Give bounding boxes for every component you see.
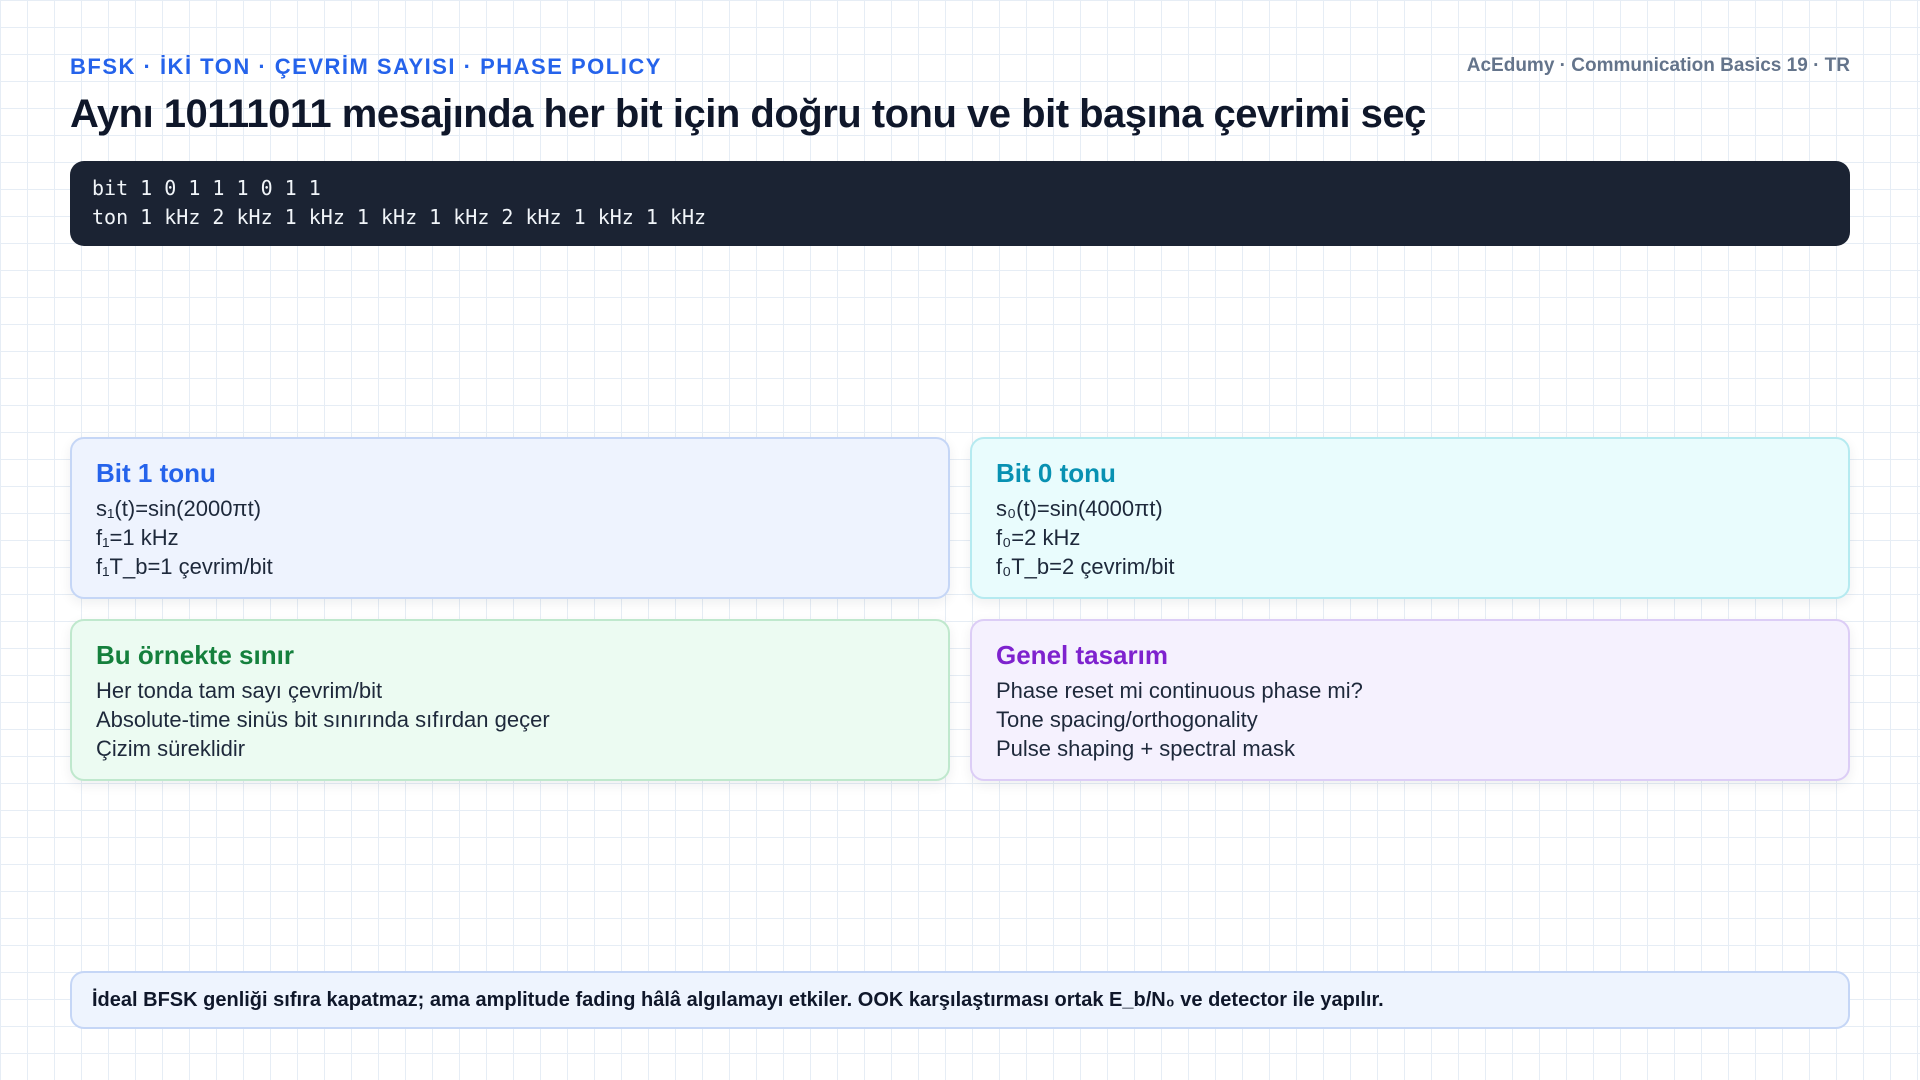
card-line: Phase reset mi continuous phase mi? <box>996 678 1363 703</box>
card-line: Çizim süreklidir <box>96 736 246 761</box>
brand-label: AcEdumy · Communication Basics 19 · TR <box>1466 55 1850 76</box>
card-title: Bu örnekte sınır <box>96 640 294 670</box>
card-line: s₁(t)=sin(2000πt) <box>96 496 262 521</box>
bit0-tone-card: Bit 0 tonu s₀(t)=sin(4000πt) f₀=2 kHz f₀… <box>970 437 1850 599</box>
header-kicker: BFSK · İKİ TON · ÇEVRİM SAYISI · PHASE P… <box>70 54 662 79</box>
bit1-tone-card: Bit 1 tonu s₁(t)=sin(2000πt) f₁=1 kHz f₁… <box>70 437 950 599</box>
page-title: Aynı 10111011 mesajında her bit için doğ… <box>70 92 1426 136</box>
card-line: Tone spacing/orthogonality <box>996 707 1258 732</box>
example-limit-card: Bu örnekte sınır Her tonda tam sayı çevr… <box>70 619 950 781</box>
card-line: f₀=2 kHz <box>996 525 1081 550</box>
card-title: Bit 0 tonu <box>996 458 1116 488</box>
card-line: f₀T_b=2 çevrim/bit <box>996 554 1175 579</box>
card-line: s₀(t)=sin(4000πt) <box>996 496 1163 521</box>
card-line: Absolute-time sinüs bit sınırında sıfırd… <box>96 707 550 732</box>
card-line: Her tonda tam sayı çevrim/bit <box>96 678 383 703</box>
card-line: Pulse shaping + spectral mask <box>996 736 1295 761</box>
card-line: f₁T_b=1 çevrim/bit <box>96 554 273 579</box>
code-bits-line: bit 1 0 1 1 1 0 1 1 <box>92 176 321 200</box>
card-title: Genel tasarım <box>996 640 1168 670</box>
general-design-card: Genel tasarım Phase reset mi continuous … <box>970 619 1850 781</box>
card-title: Bit 1 tonu <box>96 458 216 488</box>
bit-tone-code-block: bit 1 0 1 1 1 0 1 1 ton 1 kHz 2 kHz 1 kHz… <box>70 161 1850 246</box>
footer-note: İdeal BFSK genliği sıfıra kapatmaz; ama … <box>70 971 1850 1029</box>
card-line: f₁=1 kHz <box>96 525 179 550</box>
code-tones-line: ton 1 kHz 2 kHz 1 kHz 1 kHz 1 kHz 2 kHz … <box>92 205 707 229</box>
